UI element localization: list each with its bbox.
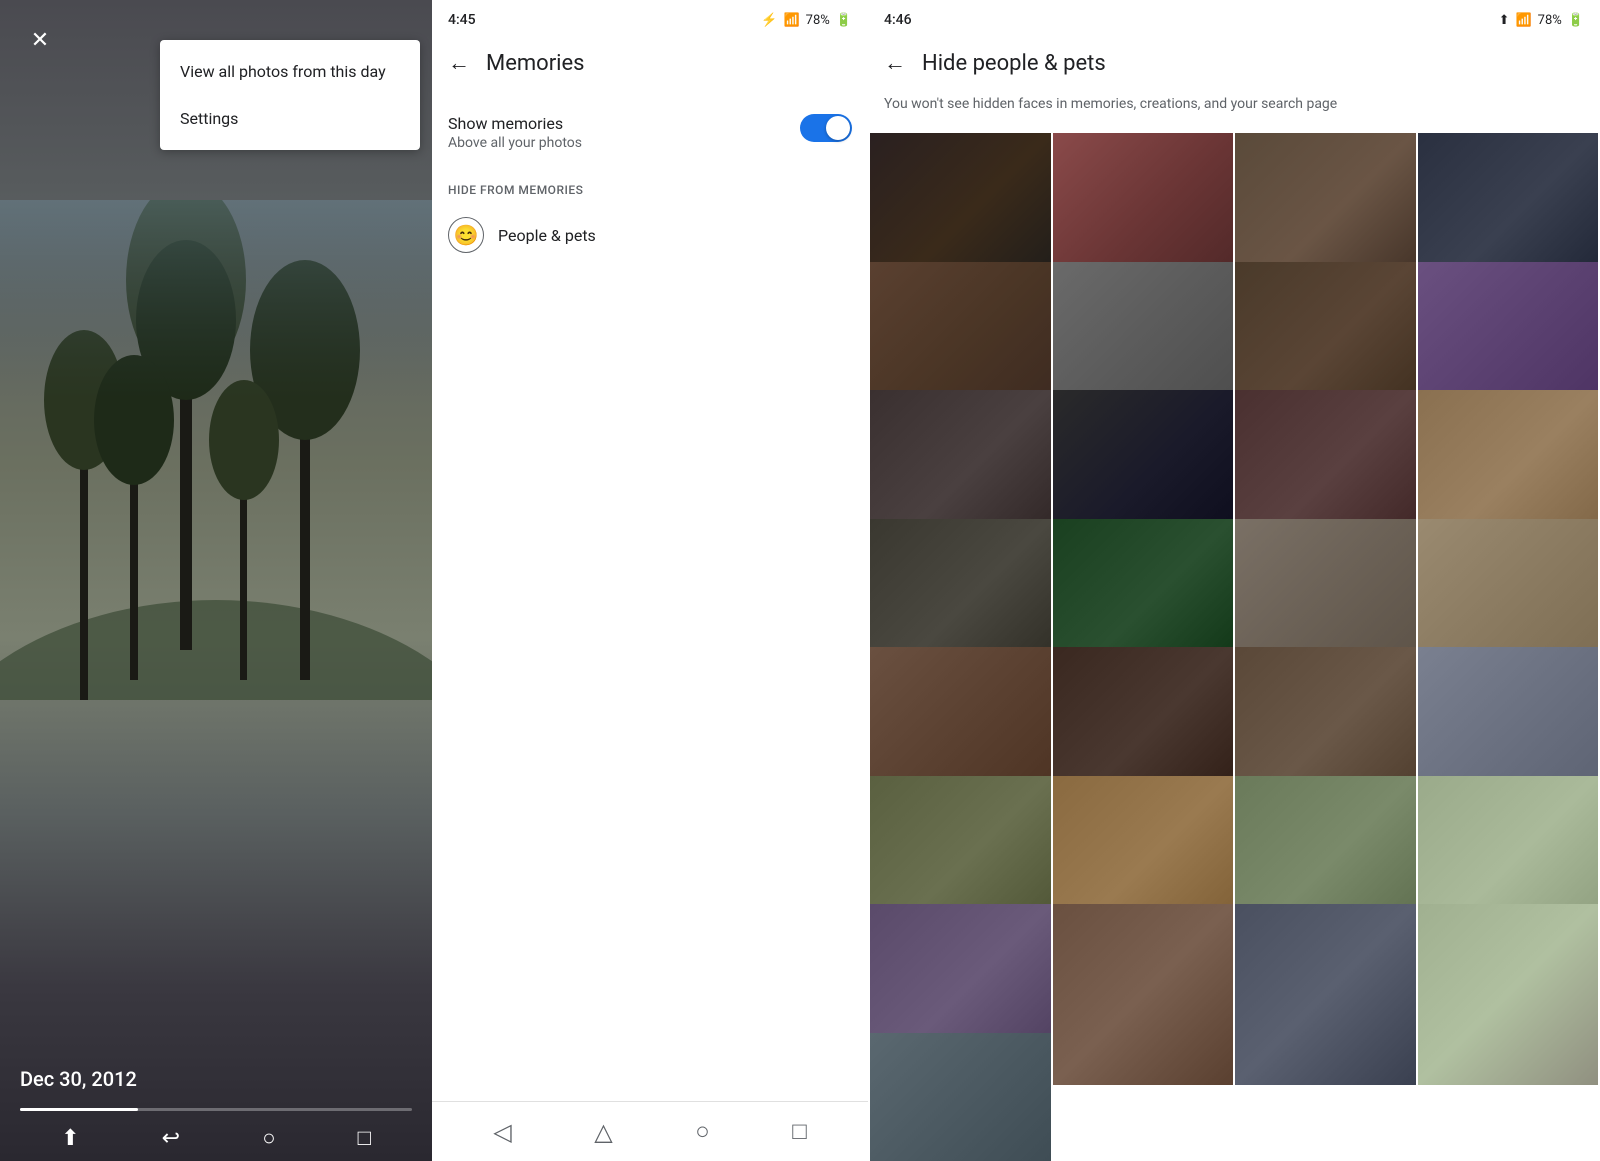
people-pets-row[interactable]: 😊 People & pets [448, 209, 852, 261]
hide-title: Hide people & pets [922, 51, 1106, 76]
photo-date: Dec 30, 2012 [20, 1067, 137, 1091]
time-display: 4:45 [448, 12, 476, 28]
wifi-icon: 📶 [783, 13, 799, 28]
hide-nav-header: ← Hide people & pets [868, 40, 1600, 86]
people-pets-icon: 😊 [448, 217, 484, 253]
nav-home-icon[interactable]: ○ [695, 1117, 710, 1146]
status-icons-2: ⬆ 📶 78% 🔋 [1499, 13, 1584, 28]
grid-cell-person2[interactable] [1235, 904, 1416, 1085]
share-icon[interactable]: ⬆ [61, 1126, 79, 1151]
grid-cell-misc[interactable] [870, 1033, 1051, 1161]
battery-icon: 🔋 [836, 13, 852, 28]
view-all-photos-item[interactable]: View all photos from this day [160, 48, 420, 95]
people-pets-label: People & pets [498, 226, 596, 245]
bluetooth-icon: ⚡ [761, 13, 777, 28]
recents-icon[interactable]: □ [358, 1125, 371, 1151]
close-button[interactable]: ✕ [20, 20, 60, 60]
hide-from-memories-label: HIDE FROM MEMORIES [448, 183, 852, 197]
grid-cell-cat6[interactable] [1053, 904, 1234, 1085]
context-menu: View all photos from this day Settings [160, 40, 420, 150]
show-memories-subtitle: Above all your photos [448, 135, 582, 151]
face-icon: 😊 [454, 223, 479, 247]
battery-text-2: 78% [1538, 13, 1562, 28]
nav-share-icon[interactable]: △ [594, 1118, 612, 1146]
settings-item[interactable]: Settings [160, 95, 420, 142]
wifi-icon-2: 📶 [1515, 13, 1531, 28]
grid-cell-dog12[interactable] [1418, 904, 1599, 1085]
memories-nav-header: ← Memories [432, 40, 868, 86]
photo-grid: RubyLilaJackie DoveKenSassy [868, 131, 1600, 1161]
photo-bottom-nav: ⬆ ↩ ○ □ [20, 1125, 412, 1151]
back-button-memories[interactable]: ← [448, 50, 470, 76]
nav-back-icon[interactable]: ◁ [493, 1118, 511, 1146]
photo-progress-fill [20, 1108, 138, 1111]
photo-progress-bar [20, 1108, 412, 1111]
tree-illustration [0, 200, 432, 700]
hide-description: You won't see hidden faces in memories, … [868, 86, 1600, 131]
show-memories-title: Show memories [448, 114, 582, 133]
back-button-hide[interactable]: ← [884, 50, 906, 76]
memories-content: Show memories Above all your photos HIDE… [432, 86, 868, 1101]
status-icons: ⚡ 📶 78% 🔋 [761, 13, 852, 28]
status-bar-hide: 4:46 ⬆ 📶 78% 🔋 [868, 0, 1600, 40]
time-display-2: 4:46 [884, 12, 912, 28]
battery-text: 78% [806, 13, 830, 28]
undo-icon[interactable]: ↩ [162, 1126, 180, 1151]
photo-viewer-panel: ✕ View all photos from this day Settings… [0, 0, 432, 1161]
hide-people-pets-panel: 4:46 ⬆ 📶 78% 🔋 ← Hide people & pets You … [868, 0, 1600, 1161]
show-memories-text: Show memories Above all your photos [448, 114, 582, 151]
photo-background [0, 0, 432, 1161]
close-icon: ✕ [31, 28, 49, 53]
nav-recents-icon[interactable]: □ [792, 1117, 807, 1146]
show-memories-toggle[interactable] [800, 114, 852, 142]
memories-title: Memories [486, 51, 585, 76]
status-bar-memories: 4:45 ⚡ 📶 78% 🔋 [432, 0, 868, 40]
bottom-nav-memories: ◁ △ ○ □ [432, 1101, 868, 1161]
battery-icon-2: 🔋 [1568, 13, 1584, 28]
show-memories-row: Show memories Above all your photos [448, 102, 852, 163]
home-icon[interactable]: ○ [262, 1125, 275, 1151]
upload-icon-2: ⬆ [1499, 13, 1510, 28]
memories-settings-panel: 4:45 ⚡ 📶 78% 🔋 ← Memories Show memories … [432, 0, 868, 1161]
